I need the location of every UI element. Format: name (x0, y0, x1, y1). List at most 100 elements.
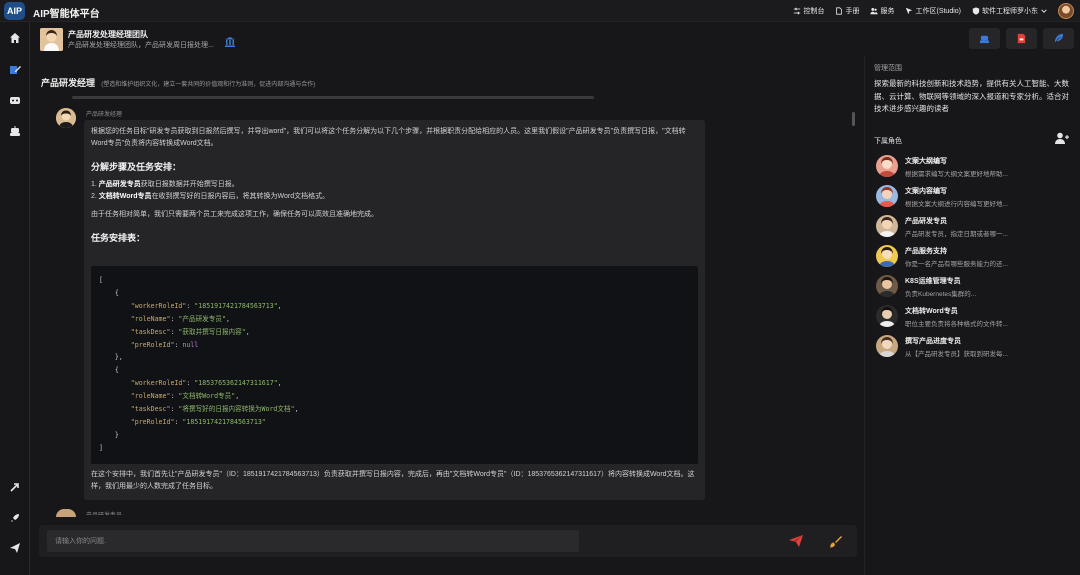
panel-subtitle: 下属角色 (874, 138, 902, 145)
nav-manual-label: 手册 (845, 8, 860, 15)
role-name: 文案大纲编写 (905, 158, 947, 165)
agent-avatar (40, 28, 63, 51)
message-heading-table: 任务安排表： (91, 233, 146, 243)
chat-bot-icon[interactable] (9, 95, 21, 107)
clear-button[interactable] (829, 535, 842, 548)
step-text: 在收到撰写好的日报内容后，将其转换为Word文档格式。 (151, 193, 330, 200)
add-user-icon[interactable] (1055, 132, 1069, 144)
right-panel: 管理范围 探索最新的科技创新和技术趋势，提供有关人工智能、大数据、云计算、物联网… (864, 56, 1080, 575)
code-line: } (99, 430, 119, 439)
role-desc: 职位主要负责将各种格式的文件转... (905, 321, 1008, 328)
robot-icon (979, 35, 990, 44)
code-line: { (99, 366, 119, 375)
code-line: }, (99, 353, 123, 362)
message-heading-steps: 分解步骤及任务安排： (91, 162, 182, 172)
code-line: { (99, 288, 119, 297)
code-line: "roleName": "文档转Word专员", (130, 392, 240, 401)
send-icon (789, 535, 803, 547)
message-avatar (56, 108, 76, 128)
code-line: [ (99, 276, 103, 284)
next-message-avatar (56, 509, 76, 517)
nav-studio[interactable]: 工作区(Studio) (905, 6, 961, 16)
nav-studio-label: 工作区(Studio) (915, 8, 961, 15)
code-block: [ { "workerRoleId": "1851917421784563713… (91, 266, 698, 464)
role-avatar (876, 155, 898, 177)
shield-icon (972, 7, 980, 15)
role-desc: 从【产品研发专员】获取到研发每... (905, 351, 1008, 358)
role-name: 产品研发专员 (905, 218, 947, 225)
robot-button[interactable] (969, 28, 1000, 49)
nav-user-menu[interactable]: 软件工程师罗小东 (972, 6, 1048, 16)
nav-manual[interactable]: 手册 (835, 6, 859, 16)
role-item[interactable]: 产品服务支持 你是一名产品有哪些服务能力的还... (876, 245, 1076, 271)
code-value: "产品研发专员" (178, 314, 226, 323)
code-line: "preRoleId": "1851917421784563713" (130, 417, 266, 426)
code-line: "workerRoleId": "1853765362147311617", (130, 379, 282, 388)
code-value: "1851917421784563713" (194, 301, 278, 310)
app-title: AIP智能体平台 (33, 9, 100, 20)
step-item: 2. 文档转Word专员在收到撰写好的日报内容后，将其转换为Word文档格式。 (91, 193, 330, 200)
user-avatar[interactable] (1058, 3, 1074, 19)
chat-input[interactable] (47, 530, 579, 552)
role-desc: 负责Kubernetes集群的... (905, 291, 977, 298)
top-bar: AIP AIP智能体平台 控制台 手册 服务 工作区(Studio) 软件工程师… (0, 0, 1080, 22)
document-icon (836, 7, 843, 15)
nav-service[interactable]: 服务 (870, 6, 894, 16)
role-item[interactable]: 产品研发专员 产品研发专员，指定日期或者哪一... (876, 215, 1076, 241)
cursor-icon (906, 7, 913, 15)
role-desc: 根据文案大纲进行内容编写更好地... (905, 201, 1008, 208)
code-value: "将撰写好的日报内容转换为Word文档" (178, 405, 295, 414)
feather-icon (1054, 33, 1064, 43)
message-bubble: 根据您的任务目标"研发专员获取到日报然后撰写，并导出word"，我们可以将这个任… (84, 120, 705, 500)
robot-icon[interactable] (9, 125, 21, 137)
message-summary: 在这个安排中，我们首先让"产品研发专员"（ID：1851917421784563… (91, 471, 695, 490)
chat-scrollbar[interactable] (852, 112, 855, 126)
section-title-text: 产品研发经理 (41, 78, 96, 88)
section-title: 产品研发经理 (塑造和维护组织文化，建立一套共同的价值观和行为准则，促进内部沟通… (41, 76, 315, 89)
pdf-icon (1017, 33, 1026, 44)
role-name: 撰写产品进度专员 (905, 338, 961, 345)
code-line: "taskDesc": "将撰写好的日报内容转换为Word文档", (130, 405, 299, 414)
top-nav: 控制台 手册 服务 工作区(Studio) 软件工程师罗小东 (793, 6, 1048, 16)
agent-desc: 产品研发处理经理团队，产品研发周日报处理... (68, 42, 214, 49)
code-line: "taskDesc": "获取并撰写日报内容", (130, 327, 250, 336)
share-icon[interactable] (9, 481, 21, 493)
role-item[interactable]: 文案大纲编写 根据需求编写大纲文案更好地帮助... (876, 155, 1076, 181)
step-item: 1. 产品研发专员获取日报数据并开始撰写日报。 (91, 181, 239, 188)
role-item[interactable]: 撰写产品进度专员 从【产品研发专员】获取到研发每... (876, 335, 1076, 361)
agent-name: 产品研发处理经理团队 (68, 30, 148, 39)
app-logo[interactable]: AIP (4, 2, 25, 20)
chevron-down-icon (1041, 9, 1047, 13)
role-item[interactable]: 文案内容编写 根据文案大纲进行内容编写更好地... (876, 185, 1076, 211)
role-avatar (876, 245, 898, 267)
role-item[interactable]: K8S运维管理专员 负责Kubernetes集群的... (876, 275, 1076, 301)
code-value: "1853765362147311617" (194, 379, 278, 388)
section-subtitle: (塑造和维护组织文化，建立一套共同的价值观和行为准则，促进内部沟通与合作) (101, 82, 316, 88)
message-intro: 根据您的任务目标"研发专员获取到日报然后撰写，并导出word"，我们可以将这个任… (91, 128, 686, 147)
code-value: "获取并撰写日报内容" (178, 327, 246, 336)
left-rail (0, 22, 30, 575)
step-role: 产品研发专员 (98, 181, 141, 188)
pdf-export-button[interactable] (1006, 28, 1037, 49)
role-name: 文案内容编写 (905, 188, 947, 195)
send-icon[interactable] (9, 542, 21, 554)
role-avatar (876, 305, 898, 327)
step-text: 获取日报数据并开始撰写日报。 (140, 181, 239, 188)
panel-title: 管理范围 (874, 65, 902, 72)
code-value: "文档转Word专员" (178, 392, 236, 401)
send-button[interactable] (789, 535, 803, 547)
role-name: K8S运维管理专员 (905, 278, 961, 285)
brush-icon (830, 536, 842, 548)
home-icon[interactable] (9, 32, 21, 44)
role-avatar (876, 185, 898, 207)
nav-console[interactable]: 控制台 (793, 6, 824, 16)
edit-icon[interactable] (9, 64, 21, 76)
code-line: "roleName": "产品研发专员", (130, 314, 230, 323)
role-item[interactable]: 文档转Word专员 职位主要负责将各种格式的文件转... (876, 305, 1076, 331)
steps-list: 1. 产品研发专员获取日报数据并开始撰写日报。 2. 文档转Word专员在收到撰… (91, 179, 698, 203)
bank-icon[interactable] (225, 37, 235, 47)
quill-button[interactable] (1043, 28, 1074, 49)
role-desc: 你是一名产品有哪些服务能力的还... (905, 261, 1008, 268)
rocket-icon[interactable] (9, 512, 21, 524)
role-avatar (876, 335, 898, 357)
